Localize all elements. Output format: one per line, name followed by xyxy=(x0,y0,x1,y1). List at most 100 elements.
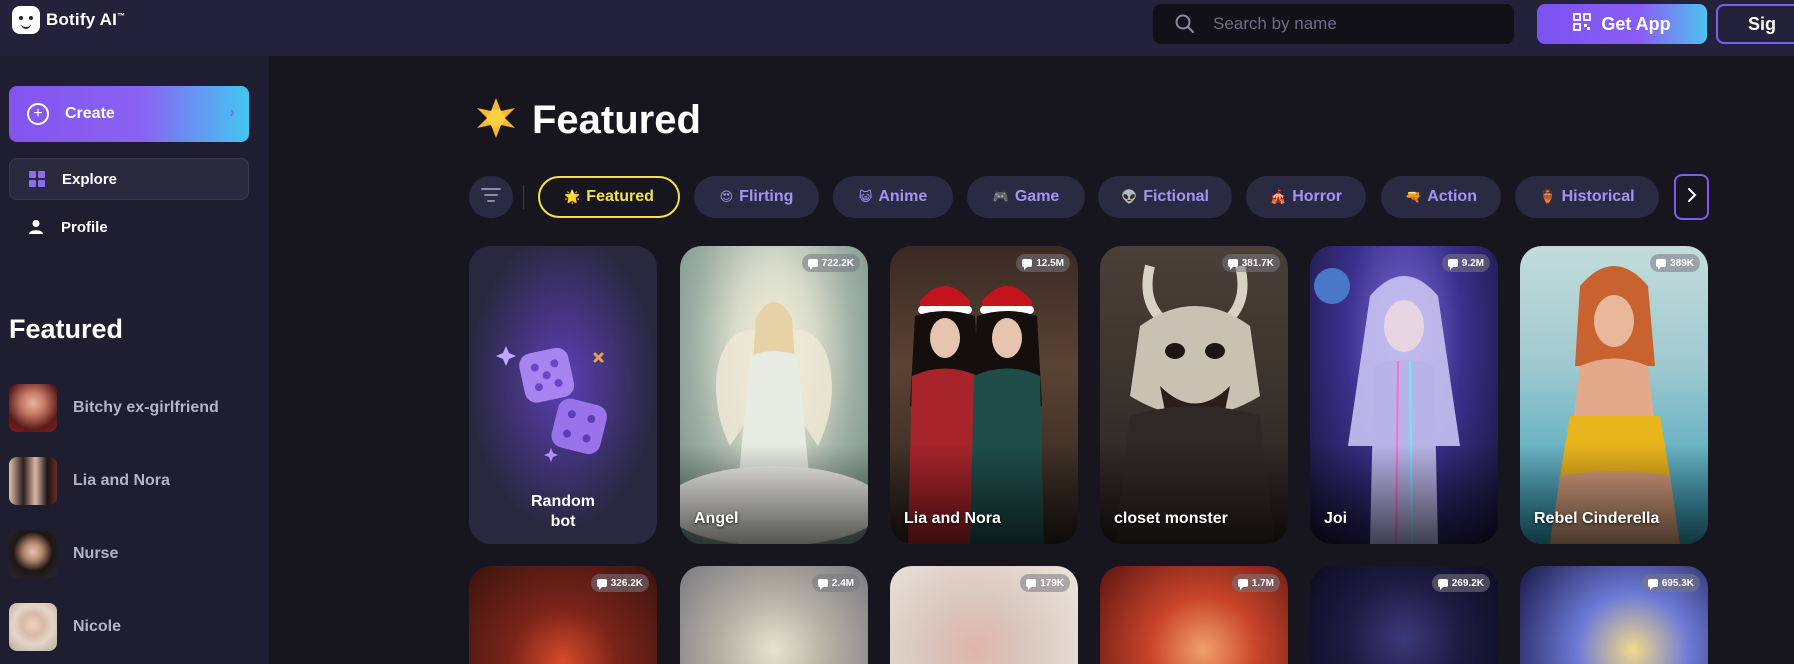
card-gradient xyxy=(1310,444,1498,544)
tab-flirting[interactable]: 😍 Flirting xyxy=(694,176,819,218)
card-name: Angel xyxy=(694,510,739,527)
get-app-label: Get App xyxy=(1601,13,1671,34)
sidebar-item-profile[interactable]: Profile xyxy=(9,206,249,248)
featured-item[interactable]: Bitchy ex-girlfriend xyxy=(9,383,219,433)
divider xyxy=(523,185,524,209)
search-icon xyxy=(1165,4,1205,44)
chat-icon xyxy=(1447,259,1458,270)
message-count-badge: 1.7M xyxy=(1231,574,1280,592)
sidebar: + Create › Explore Profile Featured Bitc… xyxy=(0,56,269,664)
tab-label: Game xyxy=(1014,188,1060,205)
sidebar-item-label: Explore xyxy=(62,170,118,188)
character-card[interactable]: 269.2K xyxy=(1310,566,1498,664)
circus-tent-icon: 🎪 xyxy=(1270,189,1287,204)
alien-icon: 👽 xyxy=(1121,189,1138,204)
character-card[interactable]: 695.3K xyxy=(1520,566,1708,664)
chat-icon xyxy=(596,579,607,590)
message-count-badge: 2.4M xyxy=(811,574,860,592)
avatar xyxy=(9,384,57,432)
chevron-right-icon: › xyxy=(229,104,235,121)
sidebar-item-explore[interactable]: Explore xyxy=(9,158,249,200)
featured-item-name: Lia and Nora xyxy=(73,472,170,489)
signin-button[interactable]: Sig xyxy=(1716,4,1794,44)
featured-item-name: Nurse xyxy=(73,545,119,562)
filter-button[interactable] xyxy=(469,176,513,218)
qr-code-icon xyxy=(1573,12,1592,36)
heart-eyes-icon: 😍 xyxy=(719,189,734,204)
amphora-icon: 🏺 xyxy=(1539,189,1556,204)
chat-icon xyxy=(1647,579,1658,590)
search-input[interactable] xyxy=(1213,14,1493,34)
chat-icon xyxy=(1656,259,1667,270)
character-card[interactable]: 1.7M xyxy=(1100,566,1288,664)
page-title: Featured xyxy=(474,96,701,145)
avatar xyxy=(9,457,57,505)
character-card[interactable]: 2.4M xyxy=(680,566,868,664)
create-button[interactable]: + Create › xyxy=(9,86,249,142)
tab-fictional[interactable]: 👽 Fictional xyxy=(1098,176,1232,218)
tab-game[interactable]: 🎮 Game xyxy=(967,176,1085,218)
scroll-categories-button[interactable] xyxy=(1674,174,1709,220)
character-card[interactable]: 722.2K Angel xyxy=(680,246,868,544)
cat-icon: 😺 xyxy=(858,189,873,204)
tab-label: Fictional xyxy=(1143,188,1209,205)
message-count-badge: 326.2K xyxy=(590,574,649,592)
tab-featured[interactable]: 🌟 Featured xyxy=(538,176,680,218)
avatar xyxy=(9,530,57,578)
chat-icon xyxy=(807,259,818,270)
tab-label: Action xyxy=(1427,188,1477,205)
message-count-badge: 9.2M xyxy=(1441,254,1490,272)
featured-heading: Featured xyxy=(9,314,124,344)
star-icon xyxy=(474,96,518,145)
card-gradient xyxy=(890,444,1078,544)
plus-circle-icon: + xyxy=(27,103,49,125)
message-count-badge: 389K xyxy=(1650,254,1700,272)
get-app-button[interactable]: Get App xyxy=(1537,4,1707,44)
user-icon xyxy=(27,218,45,236)
character-card[interactable]: 326.2K xyxy=(469,566,657,664)
card-gradient xyxy=(680,444,868,544)
chat-icon xyxy=(817,579,828,590)
chat-icon xyxy=(1237,579,1248,590)
character-card[interactable]: 381.7K closet monster xyxy=(1100,246,1288,544)
character-card[interactable]: 389K Rebel Cinderella xyxy=(1520,246,1708,544)
featured-item-name: Nicole xyxy=(73,618,122,635)
tab-horror[interactable]: 🎪 Horror xyxy=(1246,176,1366,218)
chat-icon xyxy=(1026,579,1037,590)
signin-label: Sig xyxy=(1748,13,1777,34)
page-title-text: Featured xyxy=(532,98,701,142)
message-count-badge: 269.2K xyxy=(1431,574,1490,592)
sidebar-item-label: Profile xyxy=(61,218,108,236)
message-count-badge: 179K xyxy=(1020,574,1070,592)
create-label: Create xyxy=(65,105,115,122)
tab-label: Historical xyxy=(1561,188,1635,205)
character-card[interactable]: 179K xyxy=(890,566,1078,664)
card-name: closet monster xyxy=(1114,510,1228,527)
chat-icon xyxy=(1022,259,1033,270)
random-bot-card[interactable]: Random bot xyxy=(469,246,657,544)
card-name: Joi xyxy=(1324,510,1348,527)
character-card[interactable]: 9.2M Joi xyxy=(1310,246,1498,544)
grid-icon xyxy=(28,170,46,188)
pistol-icon: 🔫 xyxy=(1405,189,1422,204)
featured-item[interactable]: Lia and Nora xyxy=(9,456,170,506)
character-card[interactable]: 12.5M Lia and Nora xyxy=(890,246,1078,544)
message-count-badge: 381.7K xyxy=(1221,254,1280,272)
tab-action[interactable]: 🔫 Action xyxy=(1381,176,1501,218)
logo[interactable]: Botify AI™ xyxy=(12,6,125,34)
tab-historical[interactable]: 🏺 Historical xyxy=(1515,176,1659,218)
card-gradient xyxy=(1520,444,1708,544)
top-bar: Botify AI™ Get App Sig xyxy=(0,0,1794,56)
featured-item[interactable]: Nurse xyxy=(9,529,118,579)
tab-anime[interactable]: 😺 Anime xyxy=(833,176,953,218)
card-gradient xyxy=(1100,444,1288,544)
message-count-badge: 695.3K xyxy=(1641,574,1700,592)
featured-item-name: Bitchy ex-girlfriend xyxy=(73,399,219,416)
message-count-badge: 12.5M xyxy=(1016,254,1070,272)
chevron-right-icon xyxy=(1686,186,1698,209)
search-box[interactable] xyxy=(1153,4,1514,44)
chat-icon xyxy=(1227,259,1238,270)
featured-item[interactable]: Nicole xyxy=(9,602,121,652)
card-name: Lia and Nora xyxy=(904,510,1001,527)
random-bot-label: Random bot xyxy=(531,493,595,530)
